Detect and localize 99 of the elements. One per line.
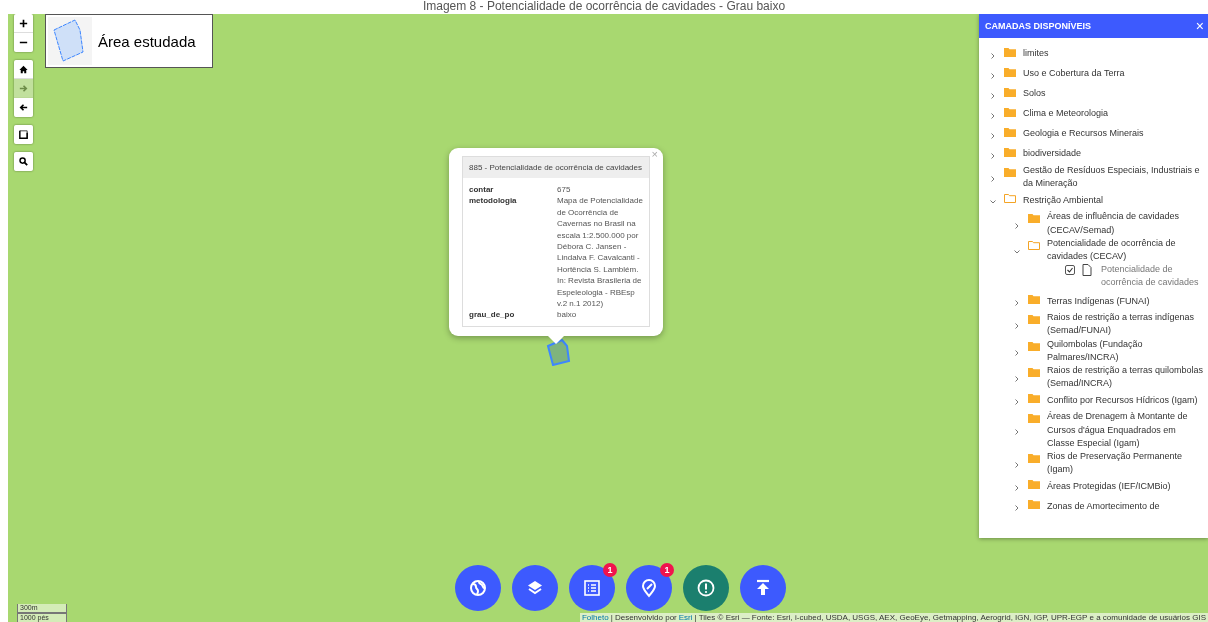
esri-link[interactable]: Esri — [678, 613, 693, 622]
file-icon — [1082, 264, 1092, 277]
exclamation-icon — [696, 578, 716, 598]
leaflet-link[interactable]: Folheto — [581, 613, 609, 622]
count-badge: 1 — [660, 563, 674, 577]
home-icon — [18, 63, 29, 75]
folder-label[interactable]: Áreas de Drenagem à Montante de Cursos d'água Enquadrados em Classe Especial (Igam) — [1047, 410, 1204, 451]
folder-label[interactable]: Raios de restrição a terras quilombolas (Semad/INCRA) — [1047, 364, 1204, 391]
folder-label[interactable]: Raios de restrição a terras indígenas (Semad/FUNAI) — [1047, 311, 1204, 338]
extent-button[interactable] — [14, 125, 33, 144]
folder-label[interactable]: Restrição Ambiental — [1023, 193, 1104, 207]
folder-label[interactable]: Terras Indígenas (FUNAI) — [1047, 294, 1150, 308]
folder-label[interactable]: Zonas de Amortecimento de — [1047, 499, 1160, 514]
attribution-text: | Desenvolvido por — [610, 613, 677, 622]
field-value: 675 — [557, 184, 572, 196]
globe-button[interactable] — [455, 565, 501, 611]
chevron-right-icon[interactable] — [1013, 221, 1021, 230]
alert-button[interactable] — [683, 565, 729, 611]
folder-icon — [1004, 127, 1016, 137]
upload-button[interactable] — [740, 565, 786, 611]
chevron-right-icon[interactable] — [989, 132, 997, 140]
layers-button[interactable] — [512, 565, 558, 611]
folder-icon — [1004, 107, 1016, 117]
count-badge: 1 — [603, 563, 617, 577]
chevron-right-icon[interactable] — [1013, 322, 1021, 331]
layer-label[interactable]: Potencialidade de ocorrência de cavidades — [1101, 263, 1204, 290]
list-button[interactable]: 1 — [569, 565, 615, 611]
folder-icon — [1028, 367, 1040, 378]
zoom-in-button[interactable] — [14, 14, 33, 33]
pin-icon — [639, 578, 659, 598]
folder-label[interactable]: Rios de Preservação Permanente (Igam) — [1047, 450, 1204, 477]
folder-icon — [1028, 393, 1040, 404]
folder-label[interactable]: biodiversidade — [1023, 147, 1082, 161]
folder-icon — [1028, 453, 1040, 464]
field-name: metodologia — [469, 195, 518, 208]
folder-label[interactable]: Conflito por Recursos Hídricos (Igam) — [1047, 393, 1198, 408]
close-button[interactable]: × — [1195, 19, 1204, 33]
checkbox[interactable] — [1065, 265, 1075, 276]
chevron-right-icon[interactable] — [1013, 398, 1021, 407]
list-icon — [582, 578, 602, 598]
field-value: baixo — [557, 309, 578, 321]
chevron-right-icon[interactable] — [989, 52, 997, 60]
folder-label[interactable]: Uso e Cobertura da Terra — [1023, 67, 1125, 81]
pin-button[interactable]: 1 — [626, 565, 672, 611]
folder-label[interactable]: Clima e Meteorologia — [1023, 107, 1109, 121]
chevron-right-icon[interactable] — [989, 175, 997, 184]
folder-icon — [1004, 87, 1016, 97]
home-button[interactable] — [14, 60, 33, 79]
field-name: grau_de_po — [469, 309, 516, 321]
folder-icon — [1004, 193, 1016, 204]
area-swatch-icon — [48, 17, 92, 65]
chevron-right-icon[interactable] — [1013, 504, 1021, 513]
folder-icon — [1028, 413, 1040, 424]
folder-icon — [1028, 239, 1040, 250]
folder-label[interactable]: limites — [1023, 47, 1049, 61]
chevron-right-icon[interactable] — [1013, 428, 1021, 437]
folder-icon — [1028, 213, 1040, 224]
chevron-right-icon[interactable] — [1013, 375, 1021, 384]
square-icon — [18, 129, 29, 140]
folder-label[interactable]: Áreas de influência de cavidades (CECAV/Semad) — [1047, 210, 1204, 237]
chevron-right-icon[interactable] — [1013, 299, 1021, 308]
folder-label[interactable]: Gestão de Resíduos Especiais, Industriais e da Mineração — [1023, 164, 1204, 191]
arrow-left-icon — [18, 102, 29, 113]
folder-icon — [1028, 479, 1040, 490]
attribution-text: | Tiles © Esri — Fonte: Esri, i-cubed, USDA, USGS, AEX, GeoEye, Getmapping, Aerogrid, IGN, IGP, UPR-EGP e a comunidade de usuários GIS — [694, 613, 1206, 622]
folder-icon — [1028, 314, 1040, 325]
folder-label[interactable]: Áreas Protegidas (IEF/ICMBio) — [1047, 479, 1171, 494]
chevron-right-icon[interactable] — [1013, 348, 1021, 357]
folder-label[interactable]: Quilombolas (Fundação Palmares/INCRA) — [1047, 337, 1204, 365]
chevron-right-icon[interactable] — [1013, 461, 1021, 470]
folder-icon — [1028, 499, 1040, 510]
panel-title: CAMADAS DISPONÍVEIS — [985, 21, 1091, 31]
globe-icon — [468, 578, 488, 598]
chevron-right-icon[interactable] — [1013, 484, 1021, 493]
search-icon — [18, 156, 29, 167]
folder-label[interactable]: Solos — [1023, 87, 1046, 101]
folder-icon — [1028, 340, 1040, 351]
plus-icon — [18, 17, 29, 29]
popup-title: 885 - Potencialidade de ocorrência de cavidades — [463, 157, 649, 178]
legend-label: Área estudada — [98, 32, 196, 50]
chevron-right-icon[interactable] — [989, 72, 997, 80]
back-button[interactable] — [14, 98, 33, 117]
figure-caption: Imagem 8 - Potencialidade de ocorrência de cavidades - Grau baixo — [422, 0, 786, 13]
field-value: Mapa de Potencialidade de Ocorrência de Cavernas no Brasil na escala 1:2.500.000 por Débora C. Jansen - Lindalva F. Cavalcanti - Hortência S. Lamblém. In: Revista Brasileria de Espeleologia - RBEsp v.2 n.1 2012) — [557, 195, 644, 310]
folder-label[interactable]: Potencialidade de ocorrência de cavidades (CECAV) — [1047, 236, 1204, 264]
chevron-right-icon[interactable] — [989, 152, 997, 160]
search-button[interactable] — [14, 152, 33, 171]
popup-pointer — [547, 334, 565, 344]
folder-icon — [1004, 47, 1016, 57]
folder-icon — [1004, 147, 1016, 157]
folder-icon — [1004, 167, 1016, 177]
map-view[interactable] — [8, 14, 1208, 622]
chevron-right-icon[interactable] — [989, 112, 997, 120]
folder-icon — [1004, 67, 1016, 77]
chevron-down-icon[interactable] — [1013, 248, 1021, 256]
chevron-right-icon[interactable] — [989, 92, 997, 100]
field-name: contar — [469, 184, 495, 196]
folder-label[interactable]: Geologia e Recursos Minerais — [1023, 127, 1144, 141]
folder-icon — [1028, 294, 1040, 305]
